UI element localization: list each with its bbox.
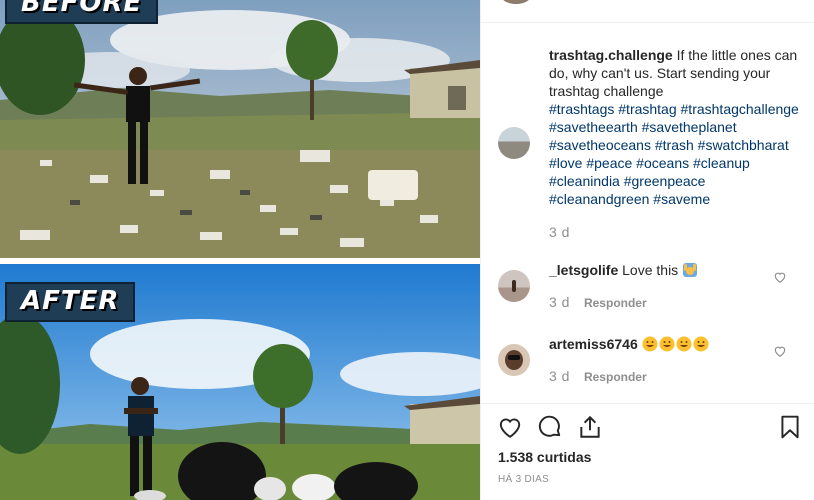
author-avatar[interactable] — [500, 0, 532, 4]
comment-like-heart-icon[interactable] — [773, 344, 787, 358]
likes-count[interactable]: 1.538 curtidas — [498, 449, 591, 465]
caption-hashtags[interactable]: #trashtags #trashtag #trashtagchallenge … — [549, 100, 799, 208]
grinning-emoji — [642, 336, 658, 352]
after-label: AFTER — [5, 282, 136, 322]
comment-age[interactable]: 3 d — [549, 368, 570, 384]
bookmark-icon[interactable] — [777, 414, 803, 440]
caption-author-avatar[interactable] — [498, 127, 530, 159]
comment-item: artemiss6746 — [549, 335, 779, 353]
post-header — [481, 0, 814, 23]
comment-avatar[interactable] — [498, 344, 530, 376]
caption-age[interactable]: 3 d — [549, 224, 570, 240]
grinning-emoji — [693, 336, 709, 352]
post-side-panel: trashtag.challenge If the little ones ca… — [480, 0, 814, 500]
before-scene — [0, 0, 480, 258]
post-photo[interactable]: BEFORE AFTER — [0, 0, 480, 500]
post-caption: trashtag.challenge If the little ones ca… — [549, 46, 799, 208]
comment-like-heart-icon[interactable] — [773, 270, 787, 284]
comment-age[interactable]: 3 d — [549, 294, 570, 310]
reply-button[interactable]: Responder — [584, 296, 647, 310]
before-label: BEFORE — [5, 0, 159, 24]
comment-text: Love this — [618, 262, 683, 278]
grinning-emoji — [676, 336, 692, 352]
post-actions: 1.538 curtidas HÁ 3 DIAS — [481, 403, 814, 500]
comment-meta: 3 d Responder — [549, 368, 647, 384]
comment-bubble-icon[interactable] — [537, 414, 563, 440]
comment-avatar[interactable] — [498, 270, 530, 302]
comment-meta: 3 d Responder — [549, 294, 647, 310]
post-date[interactable]: HÁ 3 DIAS — [498, 474, 549, 485]
reply-button[interactable]: Responder — [584, 370, 647, 384]
caption-username[interactable]: trashtag.challenge — [549, 47, 673, 63]
comment-username[interactable]: artemiss6746 — [549, 336, 638, 352]
like-heart-icon[interactable] — [497, 414, 523, 440]
grinning-emoji — [659, 336, 675, 352]
comment-item: _letsgolife Love this — [549, 261, 779, 279]
raised-hands-emoji — [683, 263, 698, 277]
before-photo: BEFORE — [0, 0, 480, 258]
after-photo: AFTER — [0, 264, 480, 500]
share-upload-icon[interactable] — [577, 414, 603, 440]
comment-username[interactable]: _letsgolife — [549, 262, 618, 278]
